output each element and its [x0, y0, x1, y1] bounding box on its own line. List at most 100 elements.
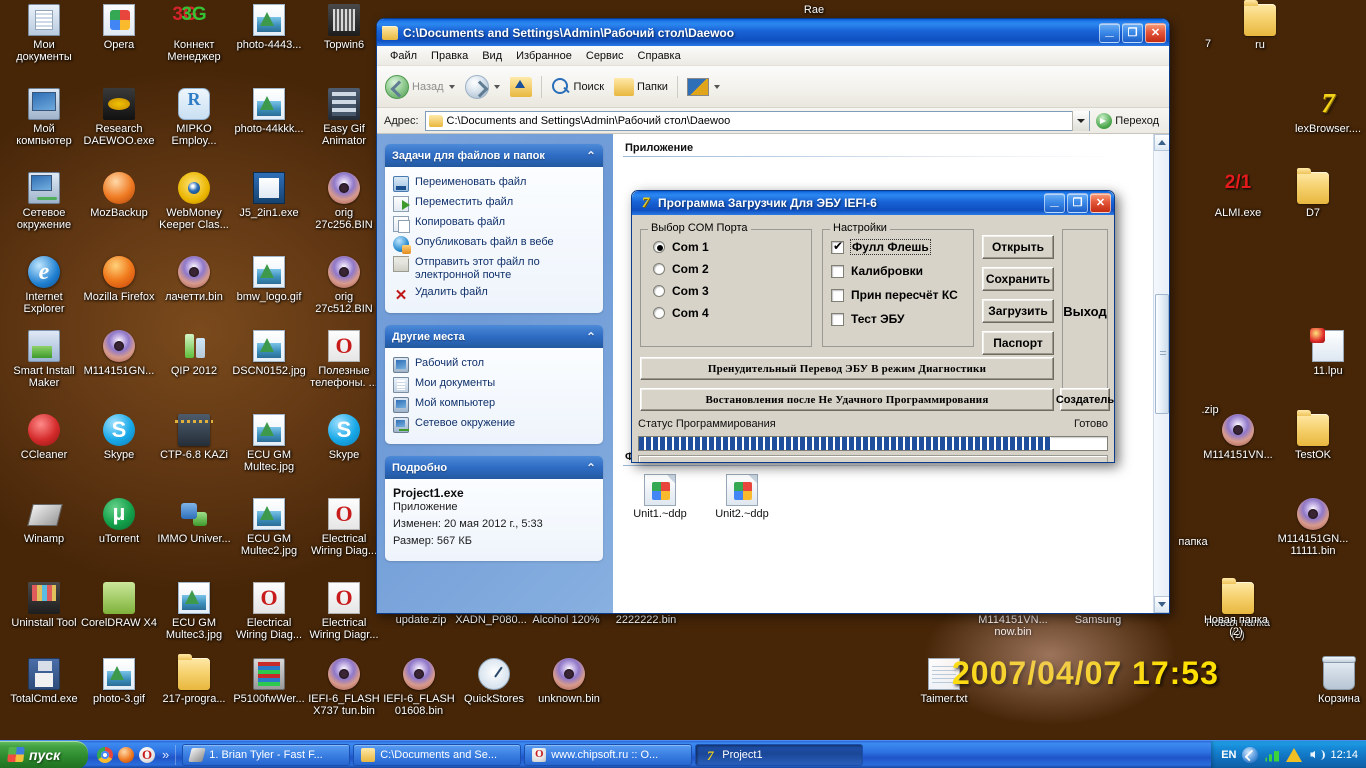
ecu-titlebar[interactable]: Программа Загрузчик Для ЭБУ IEFI-6 _ ❐ ✕	[632, 191, 1114, 215]
chevron-down-icon[interactable]	[713, 84, 720, 89]
task-link[interactable]: Сетевое окружение	[393, 415, 595, 435]
desktop-icon[interactable]: Mozilla Firefox	[81, 256, 157, 303]
desktop-icon[interactable]: Коннект Менеджер	[156, 4, 232, 63]
desktop-icon[interactable]: Taimer.txt	[906, 658, 982, 705]
desktop-icon[interactable]: lexBrowser....	[1290, 88, 1366, 135]
load-button[interactable]: Загрузить	[982, 299, 1054, 323]
task-link[interactable]: Копировать файл	[393, 214, 595, 234]
radio-button[interactable]	[653, 307, 665, 319]
opera-icon[interactable]	[139, 746, 155, 763]
desktop-icon[interactable]: IEFI-6_FLASH 01608.bin	[381, 658, 457, 717]
menu-item-4[interactable]: Сервис	[579, 50, 631, 62]
folders-button[interactable]: Папки	[610, 70, 672, 104]
desktop-icon[interactable]: Electrical Wiring Diag...	[231, 582, 307, 641]
task-link[interactable]: Мои документы	[393, 375, 595, 395]
radio-button[interactable]	[653, 241, 665, 253]
maximize-button[interactable]: ❐	[1067, 193, 1088, 213]
language-indicator[interactable]: EN	[1221, 749, 1236, 761]
desktop-icon[interactable]: лачетти.bin	[156, 256, 232, 303]
com-port-option-com1[interactable]: Com 1	[641, 236, 811, 258]
desktop-icon[interactable]: unknown.bin	[531, 658, 607, 705]
ecu-loader-dialog[interactable]: Программа Загрузчик Для ЭБУ IEFI-6 _ ❐ ✕…	[631, 190, 1115, 463]
start-button[interactable]: пуск	[0, 740, 88, 768]
file-item[interactable]: Unit1.~ddp	[623, 474, 697, 520]
close-button[interactable]: ✕	[1145, 22, 1166, 43]
desktop-icon[interactable]: CorelDRAW X4	[81, 582, 157, 629]
desktop-icon[interactable]: Smart Install Maker	[6, 330, 82, 389]
tray-clock[interactable]: 12:14	[1330, 749, 1358, 761]
chevron-up-icon[interactable]: ⌃	[586, 330, 596, 344]
desktop-icon[interactable]: 11.lpu	[1290, 328, 1366, 377]
warning-icon[interactable]	[1286, 747, 1303, 763]
desktop-icon[interactable]: TestOK	[1275, 410, 1351, 461]
desktop-icon[interactable]: ECU GM Multec3.jpg	[156, 582, 232, 641]
task-button-list[interactable]: 1. Brian Tyler - Fast F... C:\Documents a…	[176, 743, 1211, 766]
quick-launch-bar[interactable]: »	[88, 741, 175, 768]
desktop-icon[interactable]: M114151GN...	[81, 330, 157, 377]
desktop-icon[interactable]: Skype	[306, 414, 382, 461]
desktop-icon[interactable]: D7	[1275, 168, 1351, 219]
desktop-icon[interactable]: P5100fwWer...	[231, 658, 307, 705]
up-button[interactable]	[506, 70, 536, 104]
menu-item-5[interactable]: Справка	[631, 50, 688, 62]
go-button[interactable]: Переход	[1090, 112, 1165, 129]
desktop-icon[interactable]: Topwin6	[306, 4, 382, 51]
desktop-icon[interactable]: CCleaner	[6, 414, 82, 461]
com-port-option-com3[interactable]: Com 3	[641, 280, 811, 302]
desktop-icon[interactable]: J5_2in1.exe	[231, 172, 307, 219]
system-tray[interactable]: EN 12:14	[1211, 740, 1366, 768]
chevron-down-icon[interactable]	[448, 84, 455, 89]
volume-icon[interactable]	[1308, 747, 1326, 763]
menu-item-1[interactable]: Правка	[424, 50, 475, 62]
log-output-field[interactable]	[638, 455, 1108, 462]
address-dropdown-button[interactable]	[1072, 110, 1090, 131]
explorer-address-bar[interactable]: Адрес: C:\Documents and Settings\Admin\Р…	[377, 108, 1169, 134]
open-button[interactable]: Открыть	[982, 235, 1054, 259]
desktop-icon[interactable]: Сетевое окружение	[6, 172, 82, 231]
desktop-icon[interactable]: Electrical Wiring Diagr...	[306, 582, 382, 641]
firefox-icon[interactable]	[118, 746, 134, 763]
task-link[interactable]: Рабочий стол	[393, 355, 595, 375]
save-button[interactable]: Сохранить	[982, 267, 1054, 291]
menu-item-2[interactable]: Вид	[475, 50, 509, 62]
desktop-icon[interactable]: Research DAEWOO.exe	[81, 88, 157, 147]
close-button[interactable]: ✕	[1090, 193, 1111, 213]
taskbar[interactable]: пуск » 1. Brian Tyler - Fast F... C:\Docu…	[0, 740, 1366, 768]
scrollbar-thumb[interactable]	[1155, 294, 1169, 414]
scroll-down-button[interactable]	[1154, 596, 1169, 613]
desktop-icon[interactable]: M114151GN... 11111.bin	[1275, 498, 1351, 557]
desktop-icon[interactable]: Winamp	[6, 498, 82, 545]
radio-button[interactable]	[653, 263, 665, 275]
setting-checkbox-row[interactable]: Фулл Флешь	[823, 235, 973, 259]
taskbar-button[interactable]: C:\Documents and Se...	[353, 743, 522, 766]
checkbox[interactable]	[831, 312, 844, 326]
address-input[interactable]: C:\Documents and Settings\Admin\Рабочий …	[424, 110, 1091, 131]
checkbox[interactable]	[831, 264, 844, 278]
settings-checkbox-list[interactable]: Фулл Флешь Калибровки Прин пересчёт КС Тест…	[823, 230, 973, 331]
chevron-up-icon[interactable]: ⌃	[586, 461, 596, 475]
desktop-icon[interactable]: DSCN0152.jpg	[231, 330, 307, 377]
task-link[interactable]: Переместить файл	[393, 194, 595, 214]
desktop-icon[interactable]: uTorrent	[81, 498, 157, 545]
desktop-icon[interactable]: IMMO Univer...	[156, 498, 232, 545]
desktop-icon[interactable]: orig 27c512.BIN	[306, 256, 382, 315]
forward-button[interactable]	[461, 70, 504, 104]
task-link[interactable]: Мой компьютер	[393, 395, 595, 415]
chrome-icon[interactable]	[97, 746, 113, 763]
desktop-icon[interactable]: MozBackup	[81, 172, 157, 219]
desktop-icon[interactable]: QuickStores	[456, 658, 532, 705]
task-link[interactable]: Переименовать файл	[393, 174, 595, 194]
scroll-up-button[interactable]	[1154, 134, 1169, 151]
explorer-toolbar[interactable]: Назад Поиск Папки	[377, 66, 1169, 108]
maximize-button[interactable]: ❐	[1122, 22, 1143, 43]
setting-checkbox-row[interactable]: Прин пересчёт КС	[823, 283, 973, 307]
desktop-icon[interactable]: Electrical Wiring Diag...	[306, 498, 382, 557]
desktop-icon[interactable]: photo-3.gif	[81, 658, 157, 705]
explorer-menubar[interactable]: Файл Правка Вид Избранное Сервис Справка	[377, 46, 1169, 66]
setting-checkbox-row[interactable]: Калибровки	[823, 259, 973, 283]
menu-item-0[interactable]: Файл	[383, 50, 424, 62]
taskbar-button[interactable]: Project1	[695, 743, 864, 766]
desktop-icon[interactable]: Uninstall Tool	[6, 582, 82, 629]
taskbar-button[interactable]: 1. Brian Tyler - Fast F...	[182, 743, 351, 766]
desktop-icon[interactable]: bmw_logo.gif	[231, 256, 307, 303]
